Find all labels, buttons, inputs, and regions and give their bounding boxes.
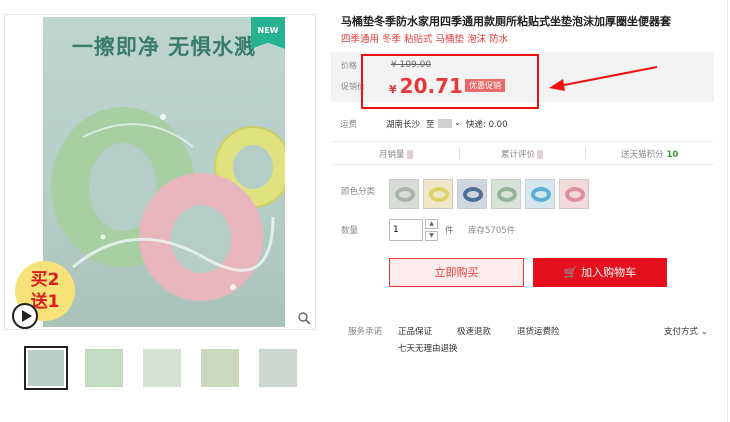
reviews-value-blurred [537,150,544,159]
ship-to-label: 至 [426,120,435,130]
ship-from: 湖南长沙 [386,120,421,130]
service-promise-label: 服务承诺 [348,327,383,337]
shipping-row: 运费 湖南长沙 至 ⌄ 快递: 0.00 [340,118,715,130]
express-fee: 快递: 0.00 [466,120,508,130]
sales-stats-bar: 月销量 累计评价 送天猫积分 10 [331,141,714,165]
service-fast-refund[interactable]: 极速退款 [457,325,491,337]
swatch-ring-image [497,187,517,202]
annotation-arrow-icon [549,66,658,91]
thumbnail-2[interactable] [82,346,126,390]
thumbnail-5[interactable] [256,346,300,390]
thumbnail-3[interactable] [140,346,184,390]
thumbnail-4[interactable] [198,346,242,390]
toilet-seat-illustration [51,107,285,301]
destination-select[interactable] [438,119,452,128]
service-genuine[interactable]: 正品保证 [398,325,432,337]
zoom-search-icon[interactable] [297,311,311,325]
tmall-points: 送天猫积分 10 [621,148,678,160]
points-value: 10 [666,150,679,160]
promo-badge-line1: 买2 [30,270,60,290]
product-title: 马桶垫冬季防水家用四季通用款厕所粘贴式坐垫泡沫加厚圈坐便器套 [341,15,671,28]
color-category-label: 颜色分类 [341,187,376,197]
quantity-label: 数量 [341,226,359,236]
quantity-unit: 件 [445,226,454,236]
chevron-down-icon[interactable]: ⌄ [454,118,461,128]
quantity-increase-button[interactable]: ▲ [425,219,438,229]
monthly-sales: 月销量 [379,148,413,160]
swatch-ring-image [429,187,449,202]
divider [585,147,586,159]
thumbnail-strip [24,346,304,390]
monthly-sales-value-blurred [406,150,413,159]
play-video-icon[interactable] [12,303,38,329]
add-to-cart-button[interactable]: 🛒 加入购物车 [533,258,667,287]
quantity-decrease-button[interactable]: ▼ [425,231,438,241]
swatch-ring-image [531,187,551,202]
shipping-label: 运费 [340,120,358,130]
swatch-ring-image [565,187,585,202]
divider [459,147,460,159]
service-return-insurance[interactable]: 退货运费险 [517,325,560,337]
quantity-input[interactable] [389,219,423,241]
color-swatch-5[interactable] [525,179,555,209]
monthly-sales-label: 月销量 [379,150,405,160]
color-swatch-4[interactable] [491,179,521,209]
swatch-ring-image [395,187,415,202]
main-product-image[interactable]: 一擦即净 无惧水溅 NEW 买2 送1 [4,14,316,330]
price-label: 价格 [341,61,357,70]
reviews[interactable]: 累计评价 [501,148,544,160]
payment-methods-dropdown[interactable]: 支付方式 ⌄ [664,325,708,337]
add-to-cart-label: 加入购物车 [581,266,637,279]
buy-now-button[interactable]: 立即购买 [389,258,524,287]
reviews-label: 累计评价 [501,150,536,160]
swatch-ring-image [463,187,483,202]
color-swatch-6[interactable] [559,179,589,209]
product-photo: 一擦即净 无惧水溅 NEW [43,17,285,327]
service-7day-return[interactable]: 七天无理由退换 [398,342,458,354]
product-subtitle: 四季通用 冬季 粘贴式 马桶垫 泡沫 防水 [341,34,509,45]
points-label: 送天猫积分 [621,150,664,160]
page-divider [727,0,728,422]
color-swatch-1[interactable] [389,179,419,209]
annotation-highlight-box [361,54,539,109]
thumbnail-1[interactable] [24,346,68,390]
color-swatch-2[interactable] [423,179,453,209]
payment-methods-label: 支付方式 [664,327,699,337]
stock-count: 库存5705件 [468,226,516,236]
color-swatch-3[interactable] [457,179,487,209]
chevron-down-icon: ⌄ [700,327,708,337]
cart-icon: 🛒 [563,266,578,279]
